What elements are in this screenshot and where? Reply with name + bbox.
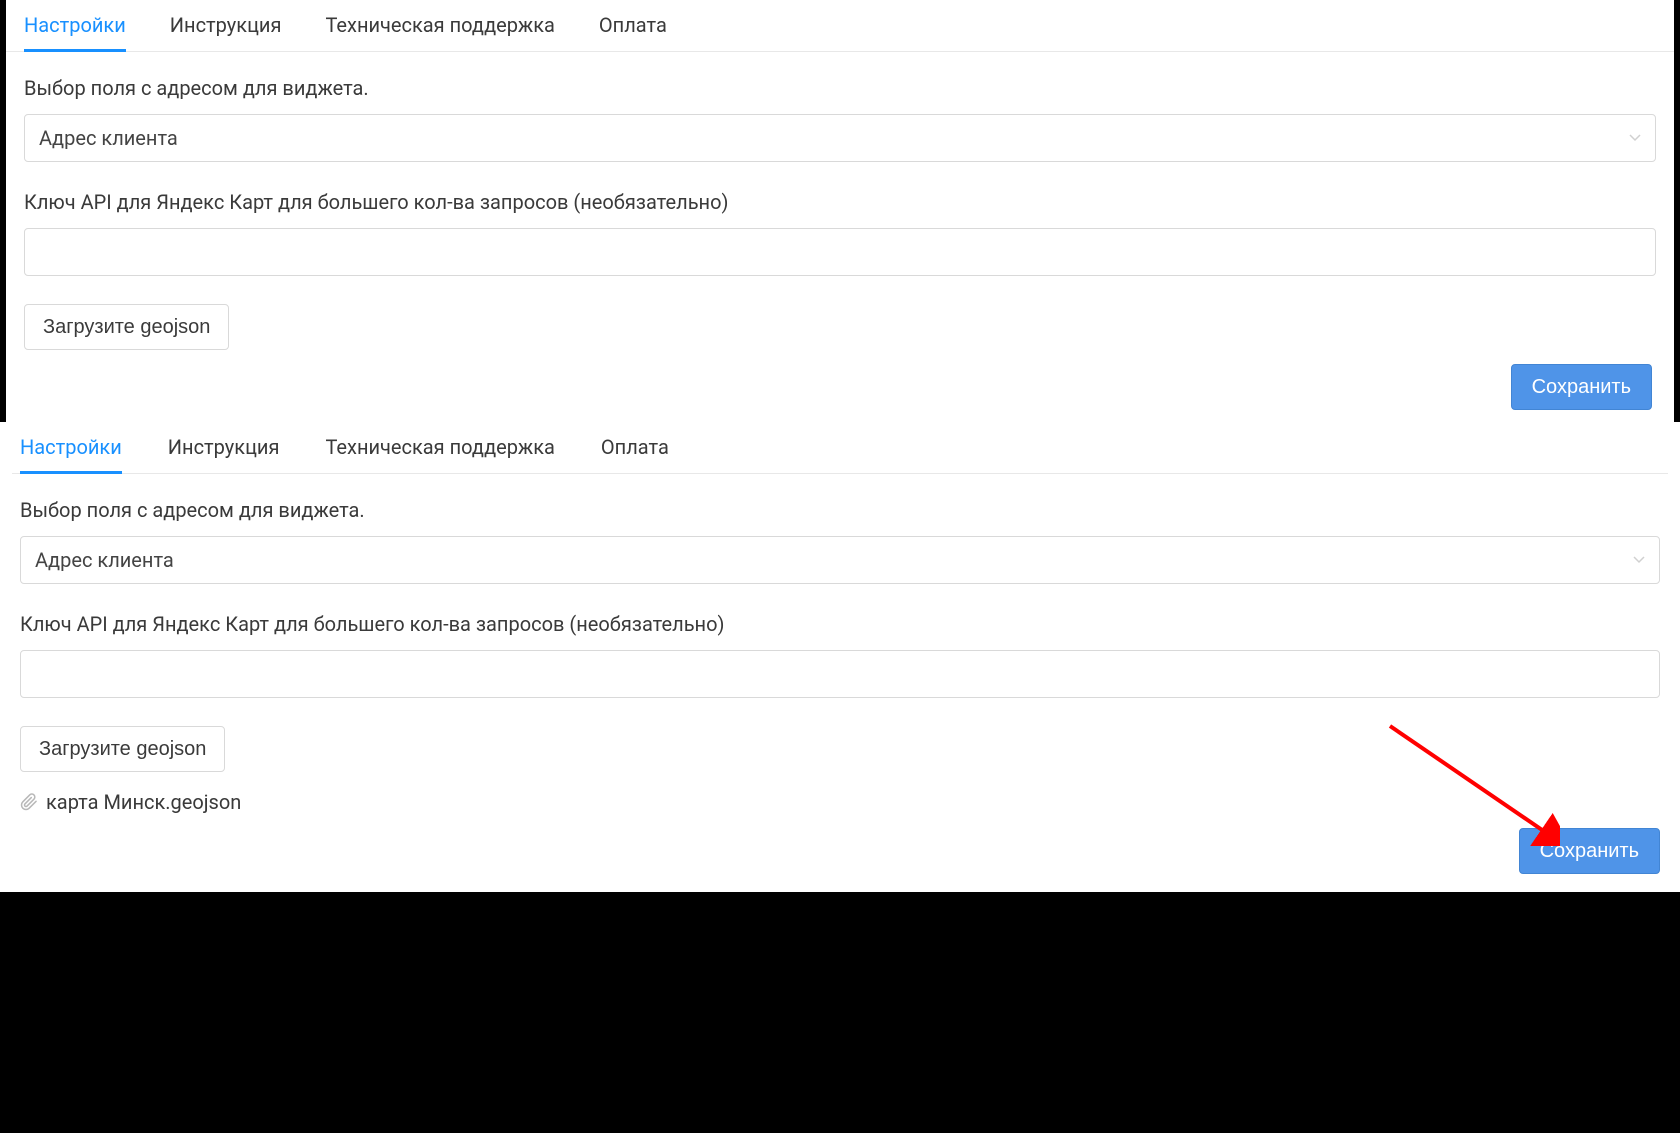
attached-file-name: карта Минск.geojson bbox=[46, 790, 241, 814]
api-key-field-group: Ключ API для Яндекс Карт для большего ко… bbox=[20, 612, 1660, 698]
tab-support[interactable]: Техническая поддержка bbox=[325, 13, 554, 51]
save-row: Сохранить bbox=[20, 828, 1660, 874]
attached-file-row[interactable]: карта Минск.geojson bbox=[20, 790, 1660, 814]
chevron-down-icon bbox=[1633, 553, 1645, 567]
save-button[interactable]: Сохранить bbox=[1519, 828, 1660, 874]
api-key-input[interactable] bbox=[24, 228, 1656, 276]
tab-settings[interactable]: Настройки bbox=[20, 435, 122, 473]
settings-panel-after: Настройки Инструкция Техническая поддерж… bbox=[0, 422, 1680, 892]
settings-panel-before: Настройки Инструкция Техническая поддерж… bbox=[6, 0, 1674, 422]
tab-payment[interactable]: Оплата bbox=[601, 435, 669, 473]
form-area: Выбор поля с адресом для виджета. Адрес … bbox=[12, 474, 1668, 874]
upload-area: Загрузите geojson bbox=[24, 304, 1656, 350]
api-key-input[interactable] bbox=[20, 650, 1660, 698]
save-button[interactable]: Сохранить bbox=[1511, 364, 1652, 410]
tab-settings[interactable]: Настройки bbox=[24, 13, 126, 51]
api-key-label: Ключ API для Яндекс Карт для большего ко… bbox=[24, 190, 1656, 214]
address-field-group: Выбор поля с адресом для виджета. Адрес … bbox=[24, 76, 1656, 162]
tab-payment[interactable]: Оплата bbox=[599, 13, 667, 51]
address-select-value: Адрес клиента bbox=[35, 548, 174, 572]
upload-area: Загрузите geojson bbox=[20, 726, 1660, 772]
tab-support[interactable]: Техническая поддержка bbox=[325, 435, 554, 473]
chevron-down-icon bbox=[1629, 131, 1641, 145]
paperclip-icon bbox=[20, 793, 38, 811]
address-select[interactable]: Адрес клиента bbox=[24, 114, 1656, 162]
address-field-label: Выбор поля с адресом для виджета. bbox=[24, 76, 1656, 100]
tabs-bar: Настройки Инструкция Техническая поддерж… bbox=[6, 0, 1674, 52]
address-select[interactable]: Адрес клиента bbox=[20, 536, 1660, 584]
tab-instructions[interactable]: Инструкция bbox=[170, 13, 282, 51]
address-field-group: Выбор поля с адресом для виджета. Адрес … bbox=[20, 498, 1660, 584]
address-select-value: Адрес клиента bbox=[39, 126, 178, 150]
save-row: Сохранить bbox=[24, 364, 1656, 410]
address-field-label: Выбор поля с адресом для виджета. bbox=[20, 498, 1660, 522]
api-key-label: Ключ API для Яндекс Карт для большего ко… bbox=[20, 612, 1660, 636]
api-key-field-group: Ключ API для Яндекс Карт для большего ко… bbox=[24, 190, 1656, 276]
tabs-bar: Настройки Инструкция Техническая поддерж… bbox=[12, 422, 1668, 474]
form-area: Выбор поля с адресом для виджета. Адрес … bbox=[6, 52, 1674, 410]
upload-geojson-button[interactable]: Загрузите geojson bbox=[24, 304, 229, 350]
upload-geojson-button[interactable]: Загрузите geojson bbox=[20, 726, 225, 772]
tab-instructions[interactable]: Инструкция bbox=[168, 435, 280, 473]
